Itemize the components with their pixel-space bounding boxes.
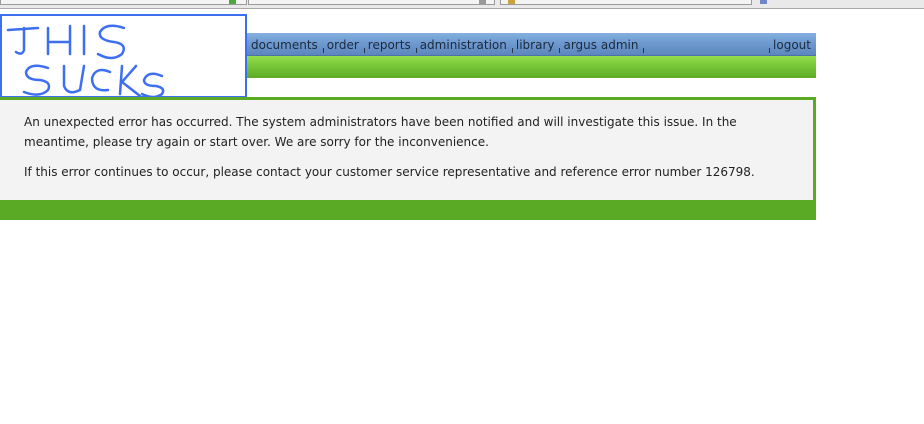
handwritten-scribble-text [6,24,165,96]
nav-separator [769,48,770,53]
favicon-icon [760,0,767,4]
footer-green-band [0,200,816,220]
error-message: An unexpected error has occurred. The sy… [24,115,737,149]
logout-link[interactable]: logout [773,38,811,52]
nav-item-library[interactable]: library [513,38,560,52]
nav-item-documents[interactable]: documents [248,38,323,52]
nav-item-order[interactable]: order [324,38,364,52]
page: documents order reports administration l… [0,0,924,424]
nav-item-argus-admin[interactable]: argus admin [560,38,643,52]
error-panel: An unexpected error has occurred. The sy… [0,97,816,202]
tab-close-icon[interactable] [479,0,486,4]
browser-tab-strip [0,0,924,9]
error-contact-message: If this error continues to occur, please… [24,165,755,179]
favicon-icon [508,0,515,4]
nav-item-administration[interactable]: administration [417,38,512,52]
logo-scribble-box [0,14,247,98]
error-message-block: An unexpected error has occurred. The sy… [24,112,794,192]
browser-tab[interactable] [248,0,495,5]
nav-item-reports[interactable]: reports [365,38,416,52]
nav-menu: documents order reports administration l… [248,38,645,53]
favicon-icon [229,0,236,4]
browser-tab[interactable] [500,0,752,5]
browser-tab[interactable] [0,0,247,5]
nav-separator [643,48,645,53]
